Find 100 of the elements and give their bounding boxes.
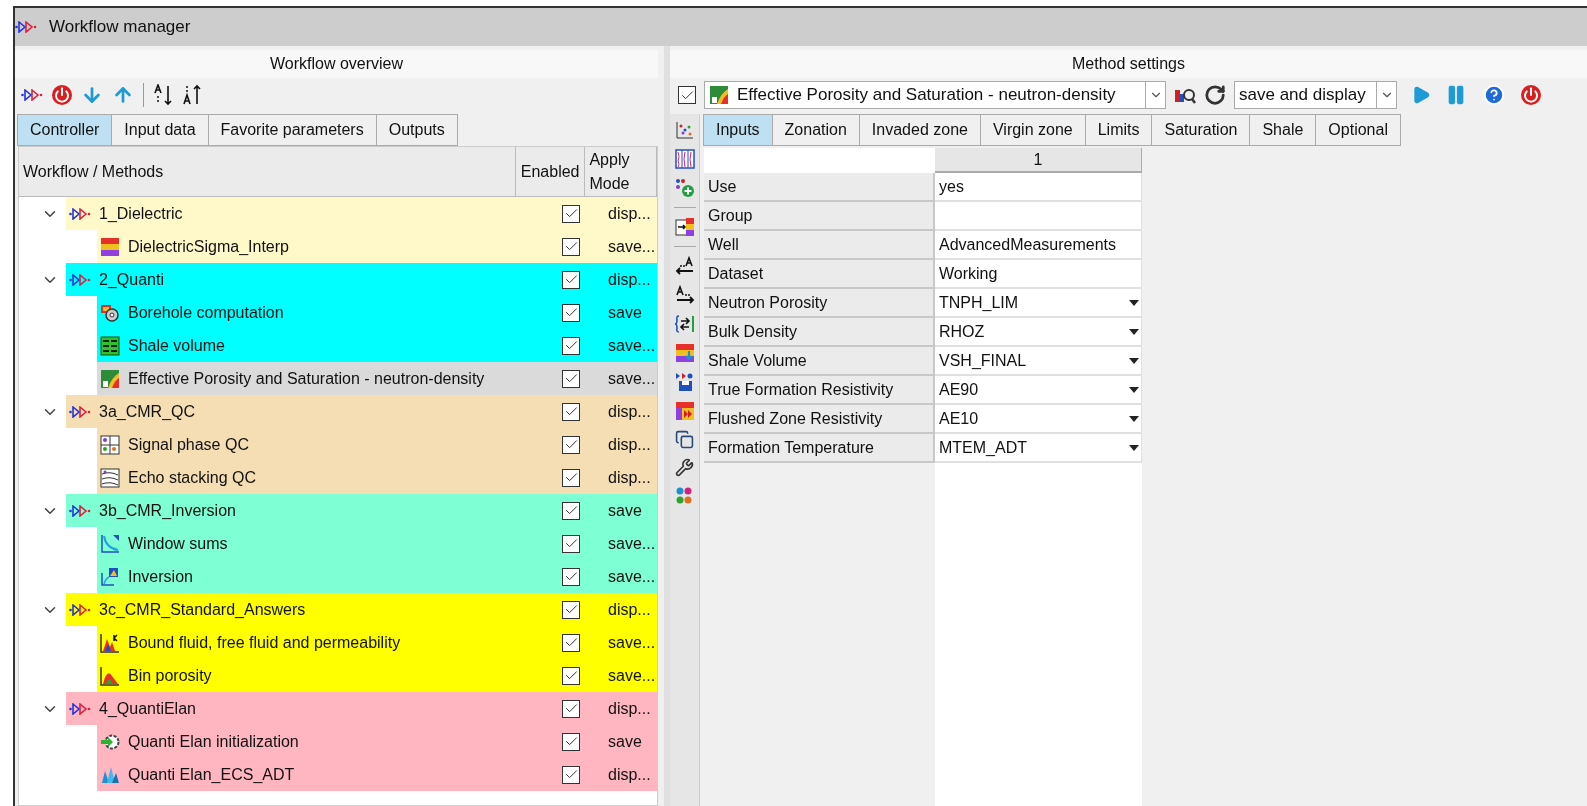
method-row[interactable]: Quanti Elan initialization save — [97, 725, 657, 758]
method-row[interactable]: Bound fluid, free fluid and permeability save... — [97, 626, 657, 659]
tab[interactable]: Saturation — [1151, 114, 1251, 146]
checkbox[interactable] — [562, 633, 580, 652]
workflow-name: 1_Dielectric — [99, 203, 183, 224]
checkbox[interactable] — [562, 435, 580, 454]
bands-icon — [100, 236, 120, 257]
apply-mode: save... — [607, 566, 657, 587]
workflow-row[interactable]: 1_Dielectric disp... — [66, 197, 657, 230]
method-row[interactable]: Window sums save... — [97, 527, 657, 560]
method-row[interactable]: Shale volume save... — [97, 329, 657, 362]
play-icon[interactable] — [1411, 85, 1431, 105]
mode-dropdown[interactable]: save and display — [1234, 81, 1397, 109]
refresh-icon[interactable] — [1204, 84, 1226, 106]
workflow-row[interactable]: 2_Quanti disp... — [66, 263, 657, 296]
checkbox[interactable] — [562, 369, 580, 388]
tab[interactable]: Outputs — [375, 114, 458, 146]
method-row[interactable]: Effective Porosity and Saturation - neutron-density save... — [97, 362, 657, 395]
checkbox[interactable] — [562, 237, 580, 256]
save-icon[interactable] — [674, 372, 695, 392]
checkbox[interactable] — [678, 86, 696, 104]
checkbox[interactable] — [562, 765, 580, 784]
checkbox[interactable] — [562, 303, 580, 322]
power-icon[interactable] — [52, 85, 72, 105]
dropdown-arrow-icon — [1129, 328, 1139, 335]
layer-play-icon[interactable] — [674, 401, 695, 421]
tab[interactable]: Invaded zone — [858, 114, 981, 146]
checkbox[interactable] — [562, 567, 580, 586]
help-icon[interactable] — [1483, 84, 1505, 106]
checkbox[interactable] — [562, 402, 580, 421]
layer-download-icon[interactable] — [674, 343, 695, 363]
tab[interactable]: Favorite parameters — [207, 114, 377, 146]
method-name: Bin porosity — [128, 665, 212, 686]
property-label: Use — [704, 173, 935, 202]
checkbox[interactable] — [562, 336, 580, 355]
rename-left-icon[interactable] — [674, 256, 695, 276]
wrench-icon[interactable] — [675, 458, 694, 477]
rename-right-icon[interactable] — [674, 285, 695, 305]
window-title: Workflow manager — [49, 16, 191, 39]
column-header: Workflow / Methods — [19, 147, 516, 196]
tab[interactable]: Input data — [111, 114, 209, 146]
method-row[interactable]: Bin porosity save... — [97, 659, 657, 692]
tab[interactable]: Optional — [1315, 114, 1401, 146]
property-label: Shale Volume — [704, 347, 935, 376]
workflow-icon — [69, 504, 91, 517]
method-name: Echo stacking QC — [128, 467, 257, 488]
property-label: Neutron Porosity — [704, 289, 935, 318]
workflow-row[interactable]: 4_QuantiElan disp... — [66, 692, 657, 725]
checkbox[interactable] — [562, 501, 580, 520]
workflow-row[interactable]: 3b_CMR_Inversion save — [66, 494, 657, 527]
chart-icon — [709, 85, 729, 105]
tab[interactable]: Zonation — [771, 114, 860, 146]
method-row[interactable]: Quanti Elan_ECS_ADT disp... — [97, 758, 657, 791]
stack-icon — [100, 467, 120, 488]
checkbox[interactable] — [562, 666, 580, 685]
apply-mode: disp... — [607, 764, 652, 785]
method-dropdown[interactable]: Effective Porosity and Saturation - neutron-density — [704, 81, 1166, 109]
tab[interactable]: Limits — [1084, 114, 1153, 146]
method-row[interactable]: Signal phase QC disp... — [97, 428, 657, 461]
tab[interactable]: Inputs — [703, 114, 773, 146]
apply-mode: save... — [607, 533, 657, 554]
gear-icon — [100, 302, 120, 323]
checkbox[interactable] — [562, 204, 580, 223]
workflow-icon — [69, 603, 91, 616]
method-name: DielectricSigma_Interp — [128, 236, 289, 257]
method-row[interactable]: Inversion save... — [97, 560, 657, 593]
column-header: Enabled — [515, 147, 586, 196]
workflow-row[interactable]: 3c_CMR_Standard_Answers disp... — [66, 593, 657, 626]
checkbox[interactable] — [562, 732, 580, 751]
power-icon[interactable] — [1521, 85, 1541, 105]
tab[interactable]: Virgin zone — [979, 114, 1086, 146]
method-row[interactable]: DielectricSigma_Interp save... — [97, 230, 657, 263]
import-icon[interactable] — [674, 217, 695, 237]
move-up-icon[interactable] — [112, 84, 134, 106]
run-workflow-icon — [21, 89, 43, 101]
method-row[interactable]: Borehole computation save — [97, 296, 657, 329]
apply-mode: save... — [607, 368, 657, 389]
checkbox[interactable] — [562, 600, 580, 619]
checkbox[interactable] — [562, 534, 580, 553]
workflow-row[interactable]: 3a_CMR_QC disp... — [66, 395, 657, 428]
swap-icon[interactable] — [674, 314, 695, 334]
tab[interactable]: Shale — [1249, 114, 1317, 146]
method-row[interactable]: Echo stacking QC disp... — [97, 461, 657, 494]
checkbox[interactable] — [562, 468, 580, 487]
sort-ascending-icon[interactable] — [182, 84, 202, 106]
checkbox[interactable] — [562, 699, 580, 718]
apply-mode: save... — [607, 335, 657, 356]
apply-mode: save — [607, 500, 643, 521]
apply-mode: save — [607, 302, 643, 323]
tab[interactable]: Controller — [17, 114, 113, 146]
scatter-icon[interactable] — [674, 120, 695, 140]
move-down-icon[interactable] — [81, 84, 103, 106]
tracks-icon[interactable] — [674, 149, 695, 169]
copy-icon[interactable] — [675, 430, 694, 449]
checkbox[interactable] — [562, 270, 580, 289]
panel-title: Method settings — [1072, 54, 1185, 74]
add-icon[interactable] — [674, 178, 695, 198]
chart-icon — [100, 368, 120, 389]
sort-descending-icon[interactable] — [153, 84, 173, 106]
apply-mode: disp... — [607, 401, 652, 422]
